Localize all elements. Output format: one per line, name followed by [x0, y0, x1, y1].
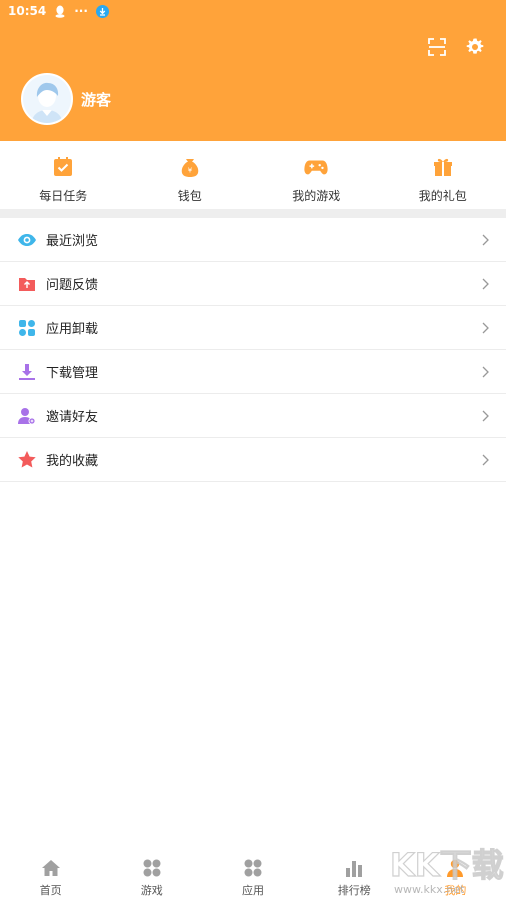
bar-chart-icon: [344, 858, 364, 878]
folder-icon: [17, 274, 37, 294]
grid-icon: [243, 858, 263, 878]
status-time: 10:54: [8, 4, 47, 18]
quick-item-wallet[interactable]: ¥ 钱包: [127, 141, 254, 209]
menu-item-feedback[interactable]: 问题反馈: [0, 262, 506, 306]
star-icon: [17, 450, 37, 470]
nav-apps[interactable]: 应用: [202, 849, 303, 899]
section-divider: [0, 209, 506, 218]
menu-item-uninstall[interactable]: 应用卸载: [0, 306, 506, 350]
qq-icon: [54, 5, 66, 18]
chevron-right-icon: [480, 233, 490, 247]
nav-label: 排行榜: [337, 884, 371, 897]
chevron-right-icon: [480, 453, 490, 467]
chevron-right-icon: [480, 321, 490, 335]
eye-icon: [17, 230, 37, 250]
menu-item-invite-friends[interactable]: 邀请好友: [0, 394, 506, 438]
bottom-nav: 首页 游戏 应用 排行榜 我的: [0, 849, 506, 899]
menu-item-label: 我的收藏: [46, 454, 99, 469]
chevron-right-icon: [480, 409, 490, 423]
grid-icon: [142, 858, 162, 878]
username[interactable]: 游客: [81, 89, 111, 110]
quick-item-my-gifts[interactable]: 我的礼包: [380, 141, 506, 209]
menu-item-recent-browse[interactable]: 最近浏览: [0, 218, 506, 262]
chevron-right-icon: [480, 277, 490, 291]
menu-item-label: 下载管理: [46, 366, 99, 381]
quick-item-label: 我的游戏: [292, 189, 341, 203]
status-bar: 10:54 ···: [8, 2, 109, 20]
menu-item-download-manager[interactable]: 下载管理: [0, 350, 506, 394]
nav-label: 应用: [242, 884, 264, 897]
nav-label: 游戏: [140, 884, 163, 897]
menu-list: 最近浏览 问题反馈 应用卸载 下载管理 邀请好友 我的收藏: [0, 218, 506, 482]
nav-mine[interactable]: 我的: [405, 849, 506, 899]
quick-actions: 每日任务 ¥ 钱包 我的游戏 我的礼包: [0, 141, 506, 209]
money-bag-icon: ¥: [178, 155, 202, 179]
download-status-icon: [95, 4, 109, 18]
quick-item-daily-task[interactable]: 每日任务: [0, 141, 127, 209]
status-dots: ···: [74, 4, 88, 18]
menu-item-label: 应用卸载: [46, 322, 99, 337]
home-icon: [41, 858, 61, 878]
menu-item-label: 问题反馈: [46, 278, 99, 293]
gear-icon[interactable]: [464, 36, 486, 58]
menu-item-label: 最近浏览: [46, 234, 99, 249]
svg-text:¥: ¥: [188, 167, 193, 175]
nav-label: 首页: [39, 884, 62, 897]
person-icon: [445, 858, 465, 878]
profile-header: 10:54 ··· 游客: [0, 0, 506, 141]
quick-item-label: 我的礼包: [418, 189, 467, 203]
quick-item-label: 钱包: [177, 189, 202, 203]
nav-games[interactable]: 游戏: [101, 849, 202, 899]
gift-icon: [431, 155, 455, 179]
menu-item-favorites[interactable]: 我的收藏: [0, 438, 506, 482]
avatar[interactable]: [21, 73, 73, 125]
quick-item-my-games[interactable]: 我的游戏: [253, 141, 380, 209]
download-icon: [17, 362, 37, 382]
chevron-right-icon: [480, 365, 490, 379]
gamepad-icon: [304, 155, 328, 179]
nav-label: 我的: [444, 884, 467, 897]
nav-ranking[interactable]: 排行榜: [304, 849, 405, 899]
quick-item-label: 每日任务: [39, 189, 88, 203]
invite-user-icon: [17, 406, 37, 426]
nav-home[interactable]: 首页: [0, 849, 101, 899]
task-icon: [51, 155, 75, 179]
scan-icon[interactable]: [426, 36, 448, 58]
menu-item-label: 邀请好友: [46, 410, 99, 425]
apps-icon: [17, 318, 37, 338]
